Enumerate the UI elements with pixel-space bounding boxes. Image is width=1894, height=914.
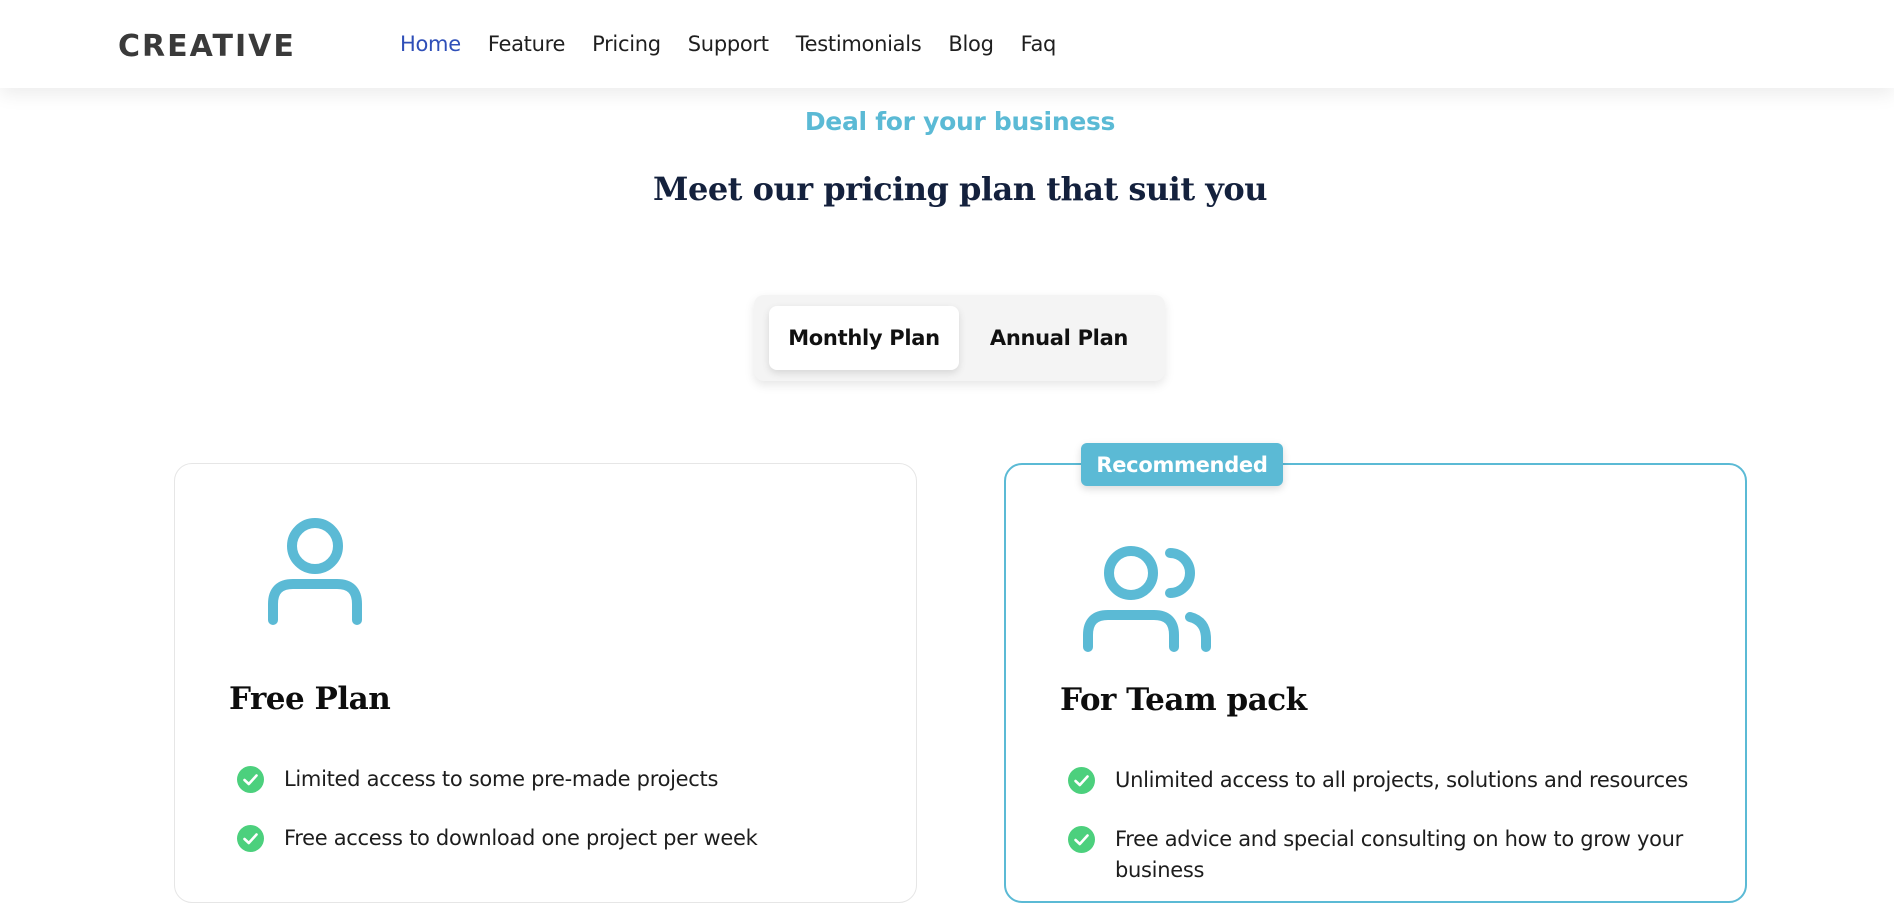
user-icon bbox=[268, 518, 362, 625]
check-icon bbox=[237, 825, 264, 852]
check-icon bbox=[237, 766, 264, 793]
feature-list: Limited access to some pre-made projects… bbox=[237, 764, 887, 882]
feature-item: Free advice and special consulting on ho… bbox=[1068, 824, 1688, 886]
nav-link-feature[interactable]: Feature bbox=[488, 32, 566, 56]
navbar: CREATIVE Home Feature Pricing Support Te… bbox=[0, 0, 1894, 88]
plan-name: For Team pack bbox=[1060, 682, 1307, 718]
team-plan-card: For Team pack Unlimited access to all pr… bbox=[1004, 463, 1747, 903]
recommended-badge: Recommended bbox=[1081, 443, 1283, 486]
plan-name: Free Plan bbox=[229, 681, 391, 717]
users-icon bbox=[1083, 546, 1211, 652]
feature-list: Unlimited access to all projects, soluti… bbox=[1068, 765, 1688, 914]
feature-text: Unlimited access to all projects, soluti… bbox=[1115, 768, 1689, 792]
main-nav: Home Feature Pricing Support Testimonial… bbox=[400, 0, 1083, 88]
nav-link-testimonials[interactable]: Testimonials bbox=[796, 32, 922, 56]
check-icon bbox=[1068, 826, 1095, 853]
feature-text: Free access to download one project per … bbox=[284, 826, 758, 850]
feature-item: Limited access to some pre-made projects bbox=[237, 764, 887, 795]
check-icon bbox=[1068, 767, 1095, 794]
nav-link-blog[interactable]: Blog bbox=[948, 32, 994, 56]
svg-text:CREATIVE: CREATIVE bbox=[118, 30, 293, 60]
monthly-plan-tab[interactable]: Monthly Plan bbox=[769, 306, 959, 370]
nav-link-pricing[interactable]: Pricing bbox=[592, 32, 661, 56]
annual-plan-tab[interactable]: Annual Plan bbox=[964, 306, 1154, 370]
nav-link-home[interactable]: Home bbox=[400, 32, 461, 56]
section-title: Meet our pricing plan that suit you bbox=[653, 170, 1267, 208]
nav-link-faq[interactable]: Faq bbox=[1021, 32, 1057, 56]
logo[interactable]: CREATIVE bbox=[118, 30, 293, 60]
feature-item: Unlimited access to all projects, soluti… bbox=[1068, 765, 1688, 796]
plan-toggle: Monthly Plan Annual Plan bbox=[754, 295, 1165, 381]
nav-link-support[interactable]: Support bbox=[688, 32, 769, 56]
section-subtitle: Deal for your business bbox=[804, 107, 1116, 136]
feature-text: Free advice and special consulting on ho… bbox=[1115, 827, 1683, 882]
feature-item: Free access to download one project per … bbox=[237, 823, 887, 854]
feature-text: Limited access to some pre-made projects bbox=[284, 767, 719, 791]
free-plan-card: Free Plan Limited access to some pre-mad… bbox=[174, 463, 917, 903]
